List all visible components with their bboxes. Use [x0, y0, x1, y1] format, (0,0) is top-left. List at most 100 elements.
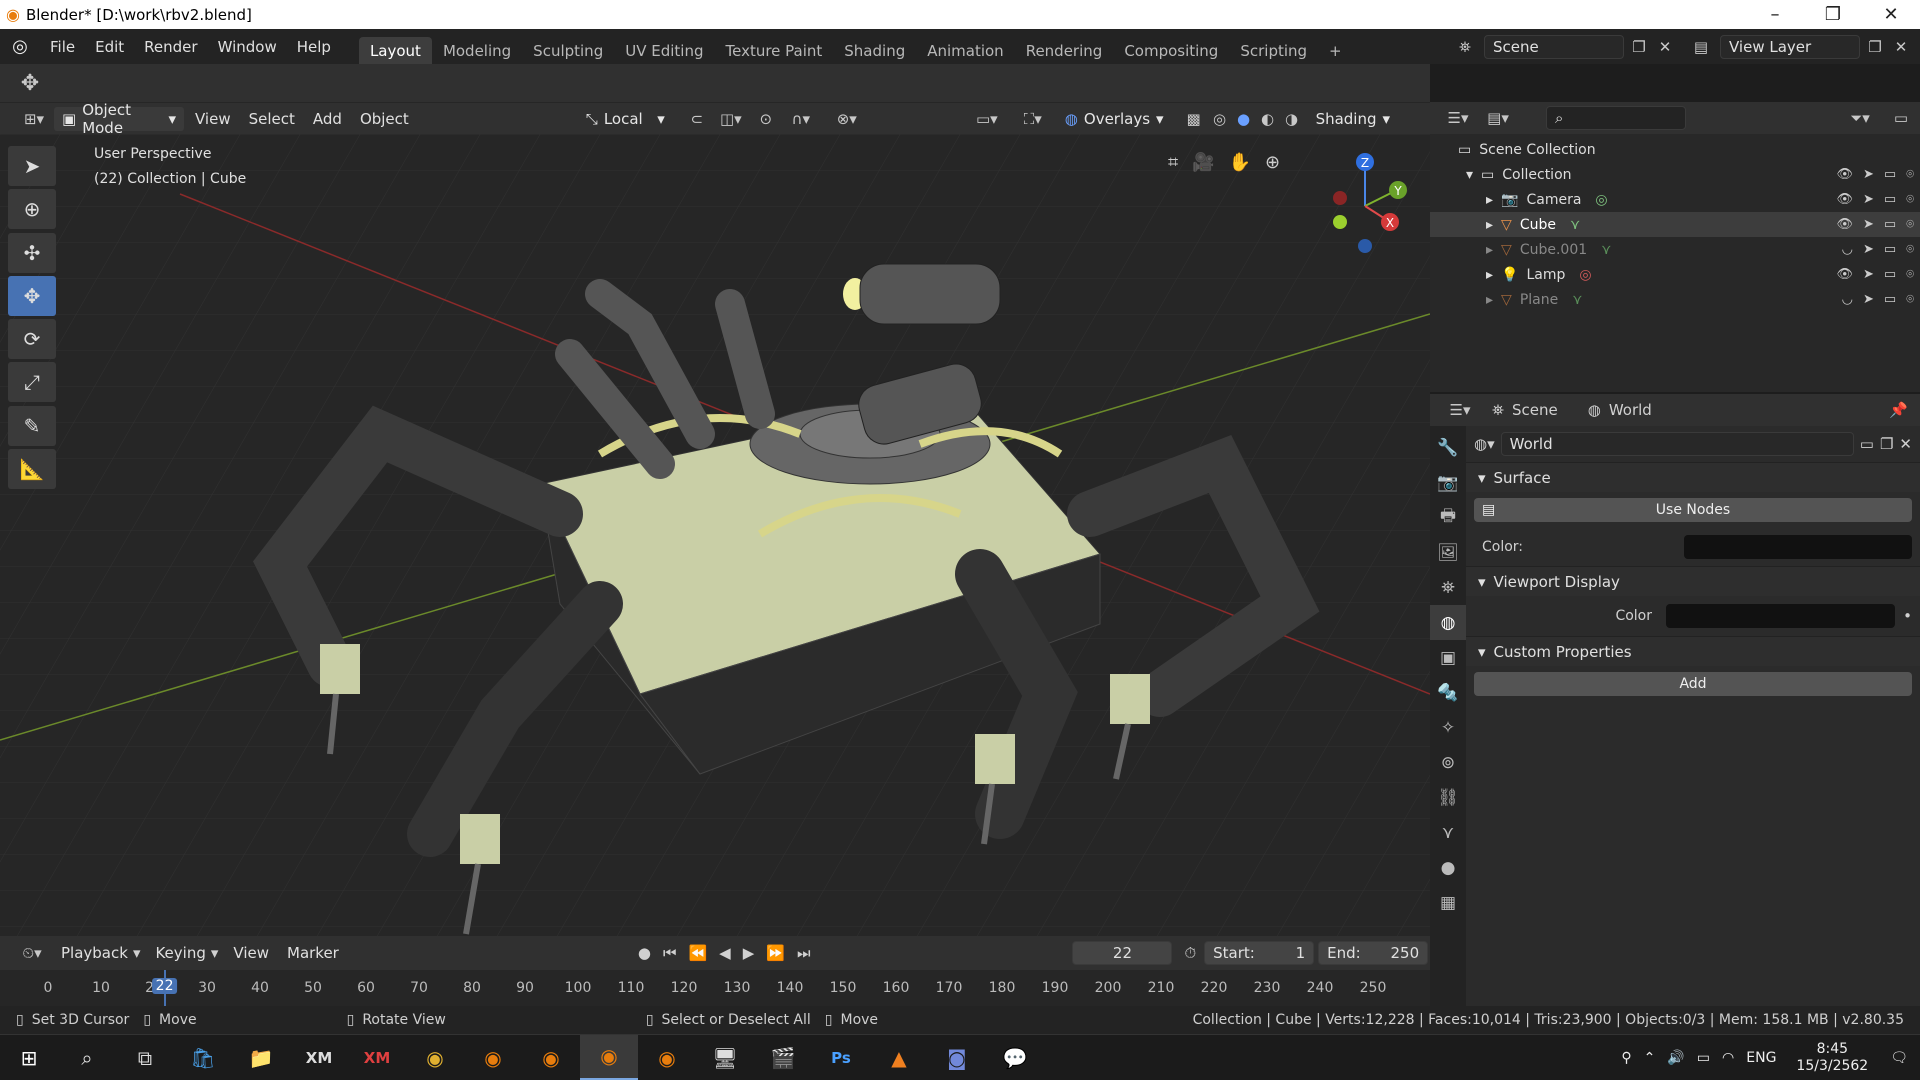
keyframe-dot-icon[interactable]: • [1903, 607, 1912, 625]
view-layer-selector[interactable]: View Layer [1720, 34, 1860, 59]
photoshop-icon[interactable]: Ps [812, 1035, 870, 1080]
mode-selector[interactable]: ▣ Object Mode ▾ [54, 101, 184, 137]
viewport-disable-icon[interactable]: ▭ [1884, 192, 1896, 207]
render-tab-icon[interactable]: 📷 [1430, 465, 1466, 500]
wireframe-shading-icon[interactable]: ◎ [1208, 110, 1232, 128]
material-tab-icon[interactable]: ● [1430, 850, 1466, 885]
gizmo-toggle-icon[interactable]: ⛶▾ [1013, 110, 1053, 128]
file-explorer-icon[interactable]: 📁 [232, 1035, 290, 1080]
viewport-color-swatch[interactable] [1666, 604, 1896, 628]
tab-animation[interactable]: Animation [916, 37, 1014, 64]
jump-start-icon[interactable]: ⏮ [663, 944, 677, 962]
render-disable-icon[interactable]: ⌾ [1906, 167, 1914, 182]
material-shading-icon[interactable]: ◐ [1256, 110, 1280, 128]
transform-orientation-selector[interactable]: ⤡ Local ▾ [577, 106, 673, 131]
solid-shading-icon[interactable]: ● [1232, 110, 1256, 128]
viewport-disable-icon[interactable]: ▭ [1884, 267, 1896, 282]
tab-compositing[interactable]: Compositing [1113, 37, 1229, 64]
close-icon[interactable]: ✕ [1862, 0, 1920, 29]
snap-target-icon[interactable]: ◫▾ [711, 110, 751, 128]
playhead-label[interactable]: 22 [151, 978, 178, 994]
tool-tab-icon[interactable]: 🔧 [1430, 430, 1466, 465]
xmind-2-icon[interactable]: XM [348, 1035, 406, 1080]
unlink-world-icon[interactable]: ✕ [1899, 435, 1912, 453]
move-tool-icon[interactable]: ✥ [0, 71, 60, 96]
preview-range-icon[interactable]: ⏱ [1184, 944, 1196, 962]
volume-icon[interactable]: 🔊 [1667, 1050, 1684, 1066]
pan-view-icon[interactable]: ✋ [1229, 152, 1251, 173]
output-tab-icon[interactable]: 🖶 [1430, 500, 1466, 535]
start-menu-icon[interactable]: ⊞ [0, 1035, 58, 1080]
discord-icon[interactable]: ◙ [928, 1035, 986, 1080]
store-icon[interactable]: 🛍 [174, 1035, 232, 1080]
annotate-tool-icon[interactable]: ✎ [8, 406, 56, 446]
blender-taskbar-icon[interactable]: ◉ [464, 1035, 522, 1080]
collection-expand-icon[interactable]: ▾ [1466, 167, 1473, 183]
next-keyframe-icon[interactable]: ⏩ [766, 944, 785, 962]
menu-window[interactable]: Window [208, 29, 287, 64]
world-name-field[interactable]: World [1500, 432, 1854, 456]
add-workspace-button[interactable]: + [1318, 37, 1353, 64]
start-frame-field[interactable]: Start: 1 [1204, 941, 1315, 965]
outliner-search-input[interactable]: ⌕ [1546, 106, 1686, 130]
menu-help[interactable]: Help [287, 29, 341, 64]
search-icon[interactable]: ⌕ [58, 1035, 116, 1080]
minimize-icon[interactable]: – [1746, 0, 1804, 29]
context-scene-label[interactable]: Scene [1512, 401, 1558, 419]
particles-tab-icon[interactable]: ✧ [1430, 710, 1466, 745]
chrome-icon[interactable]: ◉ [406, 1035, 464, 1080]
viewport-menu-add[interactable]: Add [304, 110, 351, 128]
selectable-icon[interactable]: ➤ [1863, 192, 1874, 207]
scene-selector[interactable]: Scene [1484, 34, 1624, 59]
render-disable-icon[interactable]: ⌾ [1906, 217, 1914, 232]
measure-tool-icon[interactable]: 📐 [8, 449, 56, 489]
tab-texture-paint[interactable]: Texture Paint [714, 37, 833, 64]
people-icon[interactable]: ⚲ [1621, 1050, 1631, 1066]
visibility-icon[interactable]: 👁 [1836, 167, 1853, 182]
select-tool-icon[interactable]: ➤ [8, 146, 56, 186]
object-tab-icon[interactable]: ▣ [1430, 640, 1466, 675]
viewport-menu-object[interactable]: Object [351, 110, 418, 128]
visibility-icon[interactable]: 👁 [1836, 192, 1853, 207]
record-icon[interactable]: ● [638, 944, 651, 962]
texture-tab-icon[interactable]: ▦ [1430, 885, 1466, 920]
video-editor-icon[interactable]: 🎬 [754, 1035, 812, 1080]
viewport-menu-select[interactable]: Select [240, 110, 304, 128]
snap-icon[interactable]: ⊂ [683, 110, 711, 128]
selectable-icon[interactable]: ➤ [1863, 217, 1874, 232]
blender-menu-icon[interactable]: ◎ [0, 36, 40, 57]
3d-viewport[interactable]: User Perspective (22) Collection | Cube … [0, 134, 1430, 936]
selectable-icon[interactable]: ➤ [1863, 267, 1874, 282]
new-view-layer-icon[interactable]: ❐ [1864, 38, 1886, 56]
play-reverse-icon[interactable]: ◀ [719, 944, 731, 962]
duplicate-world-icon[interactable]: ❐ [1880, 435, 1893, 453]
shading-popover[interactable]: Shading ▾ [1307, 106, 1399, 131]
outliner-item-cube[interactable]: ▸ ▽ Cube ⋎ 👁 ➤ ▭ ⌾ [1430, 212, 1920, 237]
blender-taskbar-icon-3[interactable]: ◉ [638, 1035, 696, 1080]
world-browse-icon[interactable]: ◍▾ [1474, 435, 1495, 453]
hidden-icon[interactable]: ◡ [1842, 242, 1853, 257]
xray-icon[interactable]: ▩ [1180, 110, 1208, 128]
cursor-tool-icon[interactable]: ⊕ [8, 189, 56, 229]
scene-icon[interactable]: ⛯ [1450, 38, 1480, 56]
tab-scripting[interactable]: Scripting [1229, 37, 1318, 64]
current-frame-field[interactable]: 22 [1072, 941, 1173, 965]
fake-user-icon[interactable]: ▭ [1860, 435, 1874, 453]
delete-view-layer-icon[interactable]: ✕ [1890, 38, 1912, 56]
add-property-button[interactable]: Add [1474, 672, 1912, 696]
pin-icon[interactable]: 📌 [1889, 401, 1908, 419]
task-view-icon[interactable]: ⧉ [116, 1035, 174, 1080]
display-mode-icon[interactable]: ▤▾ [1482, 109, 1514, 127]
constraints-tab-icon[interactable]: ⛓ [1430, 780, 1466, 815]
proportional-edit-icon[interactable]: ⊙ [751, 110, 781, 128]
visibility-icon[interactable]: 👁 [1836, 267, 1853, 282]
selectable-icon[interactable]: ➤ [1863, 292, 1874, 307]
new-scene-icon[interactable]: ❐ [1628, 38, 1650, 56]
rendered-shading-icon[interactable]: ◑ [1280, 110, 1304, 128]
viewport-disable-icon[interactable]: ▭ [1884, 167, 1896, 182]
timeline-editor-icon[interactable]: ⏲▾ [12, 944, 52, 962]
render-disable-icon[interactable]: ⌾ [1906, 292, 1914, 307]
viewport-disable-icon[interactable]: ▭ [1884, 292, 1896, 307]
tab-uv-editing[interactable]: UV Editing [614, 37, 714, 64]
timeline-ruler[interactable]: 0102030405060708090100110120130140150160… [0, 970, 1430, 1006]
